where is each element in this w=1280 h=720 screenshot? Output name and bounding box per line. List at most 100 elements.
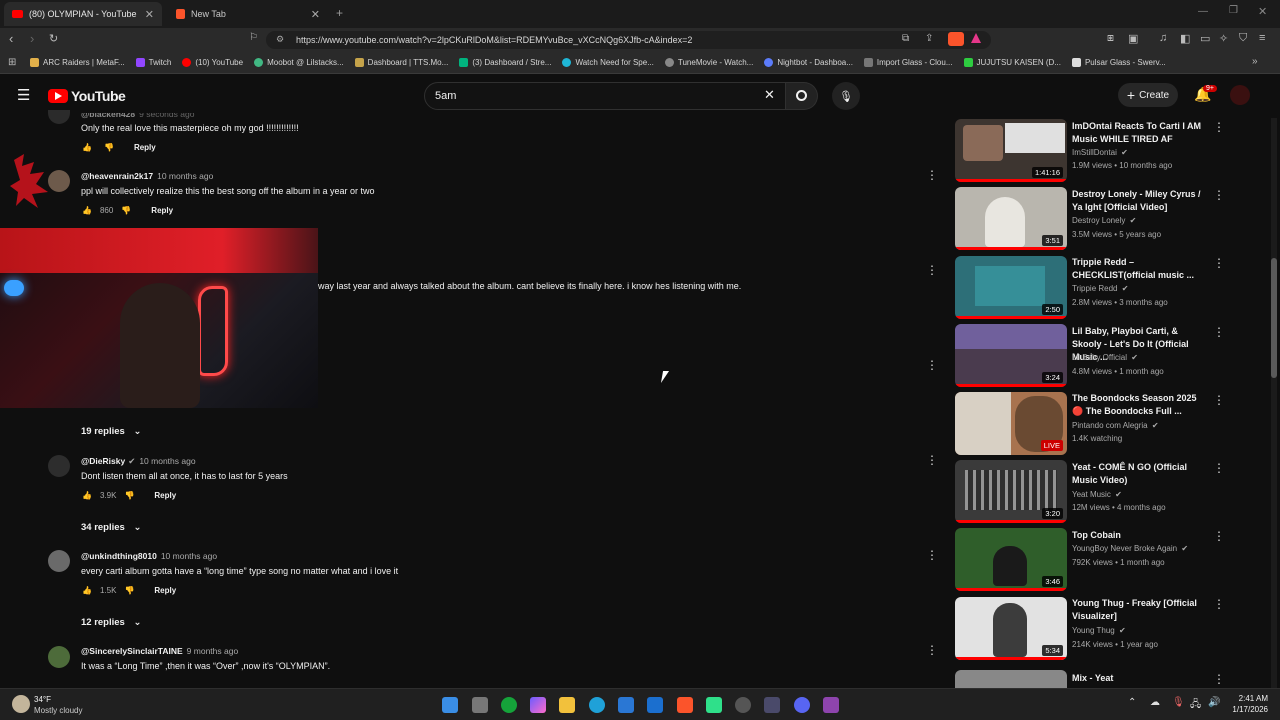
tray-chevron-icon[interactable]: ⌃ — [1128, 697, 1136, 708]
close-window-icon[interactable]: ✕ — [1258, 5, 1267, 18]
view-replies-button[interactable]: 34 replies ⌄ — [81, 522, 141, 533]
brave-icon[interactable] — [677, 697, 693, 713]
reply-button[interactable]: Reply — [151, 206, 173, 215]
volume-icon[interactable]: 🔊 — [1208, 697, 1220, 708]
like-icon[interactable]: 👍 — [82, 206, 92, 215]
video-thumbnail[interactable]: 3:24 — [955, 324, 1067, 387]
comment-handle[interactable]: @DieRisky ✔ 10 months ago — [81, 456, 196, 467]
avatar[interactable] — [48, 455, 70, 477]
video-menu-icon[interactable]: ⋮ — [1213, 120, 1225, 134]
video-thumbnail[interactable] — [955, 670, 1067, 688]
voice-search-button[interactable]: 🎙 — [832, 82, 860, 110]
bookmark-item[interactable]: Nightbot - Dashboa... — [764, 58, 853, 67]
video-thumbnail[interactable]: 5:34 — [955, 597, 1067, 660]
vpn-icon[interactable]: ⛉ — [1239, 32, 1247, 45]
comment-menu-icon[interactable]: ⋮ — [926, 453, 938, 467]
video-thumbnail[interactable]: 3:46 — [955, 528, 1067, 591]
copilot-icon[interactable] — [530, 697, 546, 713]
like-icon[interactable]: 👍 — [82, 491, 92, 500]
sidebar-icon[interactable]: ◧ — [1180, 32, 1190, 45]
screenshot-icon[interactable]: ▣ — [1128, 32, 1138, 45]
tab-new-tab[interactable]: New Tab ✕ — [168, 2, 328, 26]
xbox-icon[interactable] — [501, 697, 517, 713]
channel-name[interactable]: Yeat Music ✔ — [1072, 490, 1122, 499]
avatar[interactable] — [48, 110, 70, 124]
onedrive-icon[interactable]: ☁ — [1150, 697, 1160, 708]
bookmark-item[interactable]: Dashboard | TTS.Mo... — [354, 58, 448, 67]
app-icon[interactable] — [823, 697, 839, 713]
open-in-app-icon[interactable]: ⧉ — [902, 33, 909, 44]
avatar[interactable] — [1230, 85, 1250, 105]
brave-shields-icon[interactable] — [948, 32, 964, 46]
video-thumbnail[interactable]: 3:20 — [955, 460, 1067, 523]
clock-time[interactable]: 2:41 AM — [1234, 694, 1268, 703]
outlook-icon[interactable] — [647, 697, 663, 713]
bookmark-icon[interactable]: ⚐ — [249, 32, 258, 43]
leo-ai-icon[interactable]: ✧ — [1219, 32, 1228, 45]
bookmark-item[interactable]: Moobot @ Lilstacks... — [254, 58, 344, 67]
weather-icon[interactable] — [12, 695, 30, 713]
file-explorer-icon[interactable] — [559, 697, 575, 713]
video-title[interactable]: Top Cobain — [1072, 529, 1207, 542]
task-view-icon[interactable] — [472, 697, 488, 713]
channel-name[interactable]: Pintando com Alegria ✔ — [1072, 421, 1159, 430]
maximize-icon[interactable]: ❐ — [1229, 5, 1238, 16]
new-tab-icon[interactable]: + — [336, 6, 343, 20]
video-thumbnail[interactable]: LIVE — [955, 392, 1067, 455]
search-button[interactable] — [786, 82, 818, 110]
share-icon[interactable]: ⇪ — [925, 33, 933, 44]
network-icon[interactable]: 🖧 — [1190, 697, 1201, 714]
media-icon[interactable]: ♫ — [1159, 32, 1167, 44]
reply-button[interactable]: Reply — [134, 143, 156, 152]
video-title[interactable]: The Boondocks Season 2025 🔴 The Boondock… — [1072, 392, 1207, 418]
bookmark-item[interactable]: Import Glass - Clou... — [863, 58, 953, 67]
bookmark-item[interactable]: TuneMovie - Watch... — [664, 58, 753, 67]
channel-name[interactable]: Lil Baby Official ✔ — [1072, 353, 1138, 362]
scrollbar-track[interactable] — [1271, 118, 1277, 688]
bookmark-item[interactable]: Twitch — [135, 58, 171, 67]
view-replies-button[interactable]: 12 replies ⌄ — [81, 617, 141, 628]
back-icon[interactable]: ‹ — [9, 31, 13, 46]
video-thumbnail[interactable]: 3:51 — [955, 187, 1067, 250]
channel-name[interactable]: YoungBoy Never Broke Again ✔ — [1072, 544, 1188, 553]
video-title[interactable]: Yeat - COMÊ N GO (Official Music Video) — [1072, 461, 1207, 487]
bookmark-item[interactable]: Pulsar Glass - Swerv... — [1071, 58, 1166, 67]
clock-date[interactable]: 1/17/2026 — [1226, 705, 1268, 714]
app-icon[interactable] — [706, 697, 722, 713]
bookmark-item[interactable]: (3) Dashboard / Stre... — [459, 58, 551, 67]
bookmark-item[interactable]: JUJUTSU KAISEN (D... — [963, 58, 1061, 67]
reload-icon[interactable]: ↻ — [49, 32, 58, 45]
video-menu-icon[interactable]: ⋮ — [1213, 672, 1225, 686]
like-icon[interactable]: 👍 — [82, 143, 92, 152]
like-icon[interactable]: 👍 — [82, 586, 92, 595]
comment-handle[interactable]: @heavenrain2k17 10 months ago — [81, 171, 213, 181]
video-title[interactable]: ImDOntai Reacts To Carti I AM Music WHIL… — [1072, 120, 1207, 146]
video-menu-icon[interactable]: ⋮ — [1213, 597, 1225, 611]
close-tab-icon[interactable]: ✕ — [145, 8, 154, 21]
more-bookmarks-icon[interactable]: » — [1252, 56, 1258, 67]
video-title[interactable]: Young Thug - Freaky [Official Visualizer… — [1072, 597, 1207, 623]
video-menu-icon[interactable]: ⋮ — [1213, 188, 1225, 202]
avatar[interactable] — [48, 646, 70, 668]
search-input[interactable]: 5am — [424, 82, 786, 110]
comment-menu-icon[interactable]: ⋮ — [926, 643, 938, 657]
windows-start-icon[interactable] — [442, 697, 458, 713]
video-menu-icon[interactable]: ⋮ — [1213, 529, 1225, 543]
dislike-icon[interactable]: 👎 — [104, 143, 114, 152]
dislike-icon[interactable]: 👎 — [121, 206, 131, 215]
video-menu-icon[interactable]: ⋮ — [1213, 461, 1225, 475]
youtube-logo[interactable]: YouTube — [48, 88, 126, 104]
avatar[interactable] — [48, 170, 70, 192]
video-menu-icon[interactable]: ⋮ — [1213, 256, 1225, 270]
apps-grid-icon[interactable]: ⊞ — [8, 57, 16, 68]
bookmark-item[interactable]: (10) YouTube — [182, 58, 243, 67]
discord-icon[interactable] — [794, 697, 810, 713]
comment-handle[interactable]: @unkindthing8010 10 months ago — [81, 551, 217, 561]
view-replies-button[interactable]: 19 replies ⌄ — [81, 426, 141, 437]
bookmark-item[interactable]: ARC Raiders | MetaF... — [30, 58, 125, 67]
dislike-icon[interactable]: 👎 — [124, 586, 134, 595]
comment-menu-icon[interactable]: ⋮ — [926, 263, 938, 277]
avatar[interactable] — [48, 550, 70, 572]
hamburger-menu-icon[interactable]: ☰ — [17, 86, 30, 104]
microphone-icon[interactable]: 🎙 — [1172, 697, 1185, 708]
